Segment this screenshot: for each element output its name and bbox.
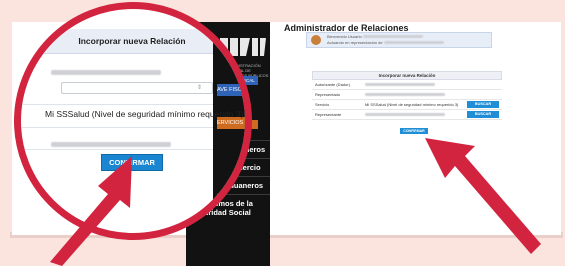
user-avatar-icon — [311, 35, 321, 45]
arrow-right-icon — [425, 138, 541, 254]
zoomed-menu-fragment: s — [217, 192, 221, 199]
zoomed-service-text: Mi SSSalud (Nivel de seguridad mínimo re… — [45, 109, 244, 119]
relation-form: Incorporar nueva Relación Autorizante (D… — [312, 71, 502, 134]
buscar-representante-button[interactable]: BUSCAR — [467, 111, 499, 118]
buscar-servicio-button[interactable]: BUSCAR — [467, 101, 499, 108]
representation-line: Actuando en representación de — [327, 40, 444, 45]
table-row: Autorizante (Dador) — [312, 80, 502, 90]
table-row: Representante BUSCAR — [312, 110, 502, 120]
zoomed-select-arrow-icon: ⇕ — [197, 85, 203, 91]
row-label: Autorizante (Dador) — [315, 82, 350, 87]
service-value: Mi SSSalud (Nivel de seguridad mínimo re… — [365, 102, 459, 107]
zoomed-menu-comercio: Comercio — [217, 209, 247, 216]
zoomed-representado-select — [61, 82, 213, 94]
welcome-box: Bienvenido Usuario Actuando en represent… — [306, 32, 492, 48]
zoomed-blurred-name — [51, 64, 161, 82]
welcome-line: Bienvenido Usuario — [327, 34, 423, 39]
table-row: Representado — [312, 90, 502, 100]
row-label: Representado — [315, 92, 341, 97]
zoomed-clave-fiscal-button: AVE FISCAL — [217, 84, 245, 96]
representante-value — [365, 112, 445, 117]
autorizante-value — [365, 82, 435, 87]
arrow-left-icon — [50, 156, 132, 266]
row-label: Servicio — [315, 102, 330, 107]
row-label: Representante — [315, 112, 342, 117]
zoomed-form-title: Incorporar nueva Relación — [78, 36, 186, 46]
form-title: Incorporar nueva Relación — [312, 71, 502, 80]
table-row: Servicio Mi SSSalud (Nivel de seguridad … — [312, 100, 502, 110]
representado-select[interactable] — [365, 92, 445, 97]
